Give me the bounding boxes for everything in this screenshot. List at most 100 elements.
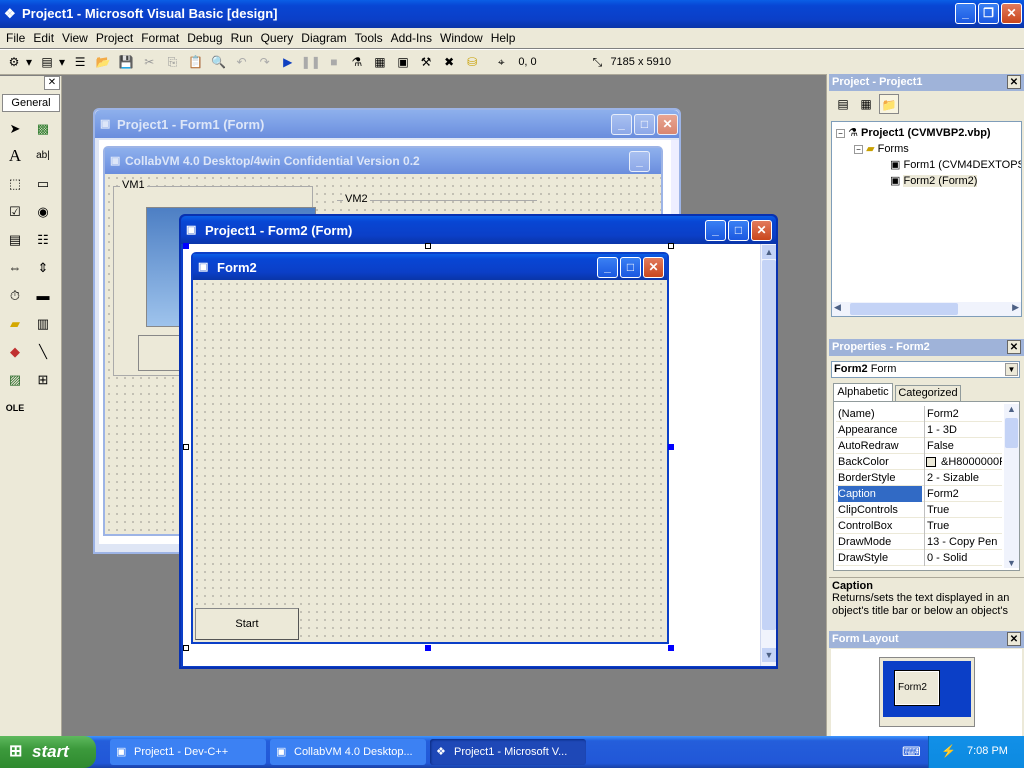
form2-inner-maximize-button[interactable]: □ [620,257,641,278]
pause-icon[interactable]: ❚❚ [301,52,321,72]
form2-minimize-button[interactable]: _ [705,220,726,241]
clock[interactable]: 7:08 PM [967,745,1008,757]
form1-minimize-button[interactable]: _ [611,114,632,135]
menu-item-run[interactable]: Run [227,28,257,48]
property-value[interactable]: 1 - 3D [924,422,1002,438]
property-value[interactable]: False [924,438,1002,454]
shape-tool-icon[interactable]: ◆ [3,340,27,364]
forms-folder-node[interactable]: − ▰ Forms [854,142,909,155]
project-root-node[interactable]: − ⚗ Project1 (CVMVBP2.vbp) [836,126,991,139]
form2-layout-preview[interactable]: Form2 [894,670,940,706]
main-close-button[interactable]: ✕ [1001,3,1022,24]
network-icon[interactable]: ⚡ [941,744,956,758]
filelistbox-tool-icon[interactable]: ▥ [31,312,55,336]
stop-icon[interactable]: ■ [324,52,344,72]
frame-tool-icon[interactable]: ⬚ [3,172,27,196]
combobox-tool-icon[interactable]: ▤ [3,228,27,252]
close-icon[interactable]: ✕ [1007,340,1021,354]
property-value[interactable]: Form2 [924,406,1002,422]
property-row[interactable]: AutoRedraw False [836,438,1002,454]
copy-icon[interactable]: ⎘ [162,52,182,72]
resize-handle[interactable] [183,645,189,651]
optionbutton-tool-icon[interactable]: ◉ [31,200,55,224]
keyboard-icon[interactable]: ⌨ [902,744,921,760]
dirlistbox-tool-icon[interactable]: ▰ [3,312,27,336]
scroll-thumb[interactable] [762,260,776,630]
dropdown-arrow-icon[interactable]: ▾ [24,52,34,72]
menu-item-tools[interactable]: Tools [351,28,387,48]
undo-icon[interactable]: ↶ [232,52,252,72]
picturebox-tool-icon[interactable]: ▩ [31,117,55,141]
property-value[interactable]: True [924,502,1002,518]
property-value[interactable]: Form2 [924,486,1002,502]
view-object-icon[interactable]: ▦ [856,94,876,114]
property-value[interactable]: True [924,518,1002,534]
form1-maximize-button[interactable]: □ [634,114,655,135]
close-icon[interactable]: ✕ [1007,75,1021,89]
resize-handle[interactable] [668,243,674,249]
image-tool-icon[interactable]: ▨ [3,368,27,392]
vscrollbar-tool-icon[interactable]: ⇕ [31,256,55,280]
dropdown-arrow-icon[interactable]: ▾ [57,52,67,72]
menu-item-view[interactable]: View [58,28,92,48]
textbox-tool-icon[interactable]: ab| [31,144,55,168]
menu-item-edit[interactable]: Edit [29,28,58,48]
commandbutton-tool-icon[interactable]: ▭ [31,172,55,196]
property-row[interactable]: Caption Form2 [836,486,1002,502]
timer-tool-icon[interactable]: ⏱ [3,284,27,308]
cut-icon[interactable]: ✂ [139,52,159,72]
drivelistbox-tool-icon[interactable]: ▬ [31,284,55,308]
collapse-icon[interactable]: − [836,129,845,138]
form1-close-button[interactable]: ✕ [657,114,678,135]
save-project-icon[interactable]: 💾 [116,52,136,72]
collapse-icon[interactable]: − [854,145,863,154]
property-value[interactable]: 13 - Copy Pen [924,534,1002,550]
main-restore-button[interactable]: ❐ [978,3,999,24]
form2-close-button[interactable]: ✕ [751,220,772,241]
close-icon[interactable]: ✕ [1007,632,1021,646]
menu-item-project[interactable]: Project [92,28,137,48]
add-project-icon[interactable]: ⚙ [4,52,24,72]
view-code-icon[interactable]: ▤ [833,94,853,114]
taskbar-button-collabvm[interactable]: ▣ CollabVM 4.0 Desktop... [270,739,426,765]
menu-item-format[interactable]: Format [137,28,183,48]
property-row[interactable]: DrawStyle 0 - Solid [836,550,1002,566]
form2-inner-close-button[interactable]: ✕ [643,257,664,278]
open-project-icon[interactable]: 📂 [93,52,113,72]
resize-handle[interactable] [183,444,189,450]
form2-vscrollbar[interactable]: ▲ ▼ [760,244,776,666]
property-row[interactable]: Appearance 1 - 3D [836,422,1002,438]
tree-item-form1[interactable]: ▣ Form1 (CVM4DEXTOPSC [890,158,1021,171]
form1-inner-minimize-button[interactable]: _ [629,151,650,172]
line-tool-icon[interactable]: ╲ [31,340,55,364]
label-tool-icon[interactable]: A [3,144,27,168]
toggle-folders-icon[interactable]: 📁 [879,94,900,114]
ole-tool-icon[interactable]: OLE [3,396,27,420]
property-row[interactable]: (Name) Form2 [836,406,1002,422]
taskbar-button-vb[interactable]: ❖ Project1 - Microsoft V... [430,739,586,765]
listbox-tool-icon[interactable]: ☷ [31,228,55,252]
main-minimize-button[interactable]: _ [955,3,976,24]
add-form-icon[interactable]: ▤ [37,52,57,72]
property-row[interactable]: BorderStyle 2 - Sizable [836,470,1002,486]
hscrollbar-tool-icon[interactable]: ⇔ [3,256,27,280]
checkbox-tool-icon[interactable]: ☑ [3,200,27,224]
menu-editor-icon[interactable]: ☰ [70,52,90,72]
resize-handle[interactable] [668,645,674,651]
property-value[interactable]: 0 - Solid [924,550,1002,566]
pointer-tool-icon[interactable]: ➤ [3,117,27,141]
toolbox-general-tab[interactable]: General [2,94,60,112]
property-row[interactable]: ClipControls True [836,502,1002,518]
taskbar-button-devcpp[interactable]: ▣ Project1 - Dev-C++ [110,739,266,765]
paste-icon[interactable]: 📋 [185,52,205,72]
property-row[interactable]: BackColor &H8000000F [836,454,1002,470]
menu-item-window[interactable]: Window [436,28,487,48]
tab-alphabetic[interactable]: Alphabetic [833,383,893,401]
menu-item-addins[interactable]: Add-Ins [387,28,436,48]
run-icon[interactable]: ▶ [278,52,298,72]
scroll-down-icon[interactable]: ▼ [762,648,776,662]
property-vscrollbar[interactable]: ▲ ▼ [1004,404,1019,568]
toolbox-close-button[interactable]: ✕ [44,76,60,90]
start-button[interactable]: Start [195,608,299,640]
data-view-icon[interactable]: ⛁ [462,52,482,72]
